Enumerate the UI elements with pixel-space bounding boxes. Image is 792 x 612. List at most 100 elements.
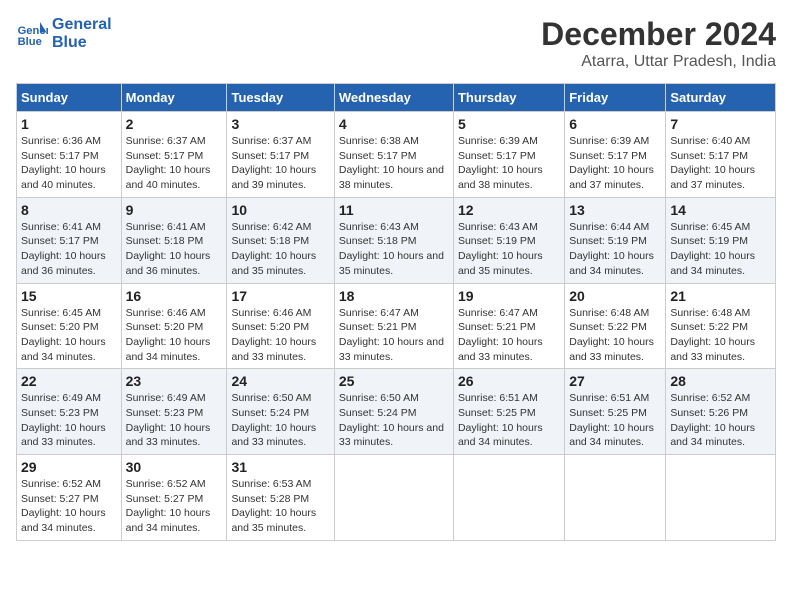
day-info: Sunrise: 6:46 AM Sunset: 5:20 PM Dayligh… [126,306,223,365]
day-info: Sunrise: 6:38 AM Sunset: 5:17 PM Dayligh… [339,134,449,193]
day-info: Sunrise: 6:45 AM Sunset: 5:19 PM Dayligh… [670,220,771,279]
calendar-table: SundayMondayTuesdayWednesdayThursdayFrid… [16,83,776,541]
calendar-day-cell: 2 Sunrise: 6:37 AM Sunset: 5:17 PM Dayli… [121,112,227,198]
day-info: Sunrise: 6:44 AM Sunset: 5:19 PM Dayligh… [569,220,661,279]
logo-text: General Blue [52,16,112,51]
day-info: Sunrise: 6:39 AM Sunset: 5:17 PM Dayligh… [569,134,661,193]
calendar-day-cell: 30 Sunrise: 6:52 AM Sunset: 5:27 PM Dayl… [121,455,227,541]
calendar-day-cell: 7 Sunrise: 6:40 AM Sunset: 5:17 PM Dayli… [666,112,776,198]
calendar-week-row: 8 Sunrise: 6:41 AM Sunset: 5:17 PM Dayli… [17,197,776,283]
day-number: 14 [670,202,771,218]
day-info: Sunrise: 6:41 AM Sunset: 5:17 PM Dayligh… [21,220,117,279]
month-title: December 2024 [541,16,776,53]
calendar-day-cell: 13 Sunrise: 6:44 AM Sunset: 5:19 PM Dayl… [565,197,666,283]
calendar-day-cell: 31 Sunrise: 6:53 AM Sunset: 5:28 PM Dayl… [227,455,334,541]
day-info: Sunrise: 6:36 AM Sunset: 5:17 PM Dayligh… [21,134,117,193]
day-number: 15 [21,288,117,304]
weekday-header: Wednesday [334,84,453,112]
day-info: Sunrise: 6:51 AM Sunset: 5:25 PM Dayligh… [458,391,560,450]
day-number: 5 [458,116,560,132]
weekday-header: Tuesday [227,84,334,112]
calendar-day-cell: 6 Sunrise: 6:39 AM Sunset: 5:17 PM Dayli… [565,112,666,198]
calendar-day-cell: 29 Sunrise: 6:52 AM Sunset: 5:27 PM Dayl… [17,455,122,541]
day-info: Sunrise: 6:41 AM Sunset: 5:18 PM Dayligh… [126,220,223,279]
calendar-day-cell: 11 Sunrise: 6:43 AM Sunset: 5:18 PM Dayl… [334,197,453,283]
calendar-day-cell: 8 Sunrise: 6:41 AM Sunset: 5:17 PM Dayli… [17,197,122,283]
day-info: Sunrise: 6:53 AM Sunset: 5:28 PM Dayligh… [231,477,329,536]
calendar-day-cell: 1 Sunrise: 6:36 AM Sunset: 5:17 PM Dayli… [17,112,122,198]
day-number: 29 [21,459,117,475]
day-number: 4 [339,116,449,132]
day-number: 6 [569,116,661,132]
day-number: 22 [21,373,117,389]
day-info: Sunrise: 6:43 AM Sunset: 5:18 PM Dayligh… [339,220,449,279]
day-number: 17 [231,288,329,304]
day-info: Sunrise: 6:50 AM Sunset: 5:24 PM Dayligh… [231,391,329,450]
day-number: 1 [21,116,117,132]
day-number: 28 [670,373,771,389]
calendar-day-cell: 26 Sunrise: 6:51 AM Sunset: 5:25 PM Dayl… [453,369,564,455]
day-number: 13 [569,202,661,218]
day-info: Sunrise: 6:37 AM Sunset: 5:17 PM Dayligh… [126,134,223,193]
calendar-day-cell: 20 Sunrise: 6:48 AM Sunset: 5:22 PM Dayl… [565,283,666,369]
calendar-week-row: 1 Sunrise: 6:36 AM Sunset: 5:17 PM Dayli… [17,112,776,198]
day-info: Sunrise: 6:52 AM Sunset: 5:26 PM Dayligh… [670,391,771,450]
calendar-week-row: 22 Sunrise: 6:49 AM Sunset: 5:23 PM Dayl… [17,369,776,455]
calendar-day-cell: 22 Sunrise: 6:49 AM Sunset: 5:23 PM Dayl… [17,369,122,455]
day-number: 27 [569,373,661,389]
day-number: 7 [670,116,771,132]
day-info: Sunrise: 6:50 AM Sunset: 5:24 PM Dayligh… [339,391,449,450]
calendar-day-cell [666,455,776,541]
calendar-day-cell: 24 Sunrise: 6:50 AM Sunset: 5:24 PM Dayl… [227,369,334,455]
calendar-day-cell: 10 Sunrise: 6:42 AM Sunset: 5:18 PM Dayl… [227,197,334,283]
calendar-day-cell: 17 Sunrise: 6:46 AM Sunset: 5:20 PM Dayl… [227,283,334,369]
calendar-day-cell: 5 Sunrise: 6:39 AM Sunset: 5:17 PM Dayli… [453,112,564,198]
day-info: Sunrise: 6:49 AM Sunset: 5:23 PM Dayligh… [126,391,223,450]
day-number: 8 [21,202,117,218]
day-number: 9 [126,202,223,218]
day-info: Sunrise: 6:40 AM Sunset: 5:17 PM Dayligh… [670,134,771,193]
svg-text:Blue: Blue [18,36,42,48]
day-number: 24 [231,373,329,389]
day-number: 30 [126,459,223,475]
calendar-day-cell: 15 Sunrise: 6:45 AM Sunset: 5:20 PM Dayl… [17,283,122,369]
day-info: Sunrise: 6:37 AM Sunset: 5:17 PM Dayligh… [231,134,329,193]
calendar-week-row: 15 Sunrise: 6:45 AM Sunset: 5:20 PM Dayl… [17,283,776,369]
calendar-week-row: 29 Sunrise: 6:52 AM Sunset: 5:27 PM Dayl… [17,455,776,541]
day-info: Sunrise: 6:39 AM Sunset: 5:17 PM Dayligh… [458,134,560,193]
day-number: 2 [126,116,223,132]
weekday-header: Monday [121,84,227,112]
day-info: Sunrise: 6:51 AM Sunset: 5:25 PM Dayligh… [569,391,661,450]
location-title: Atarra, Uttar Pradesh, India [541,53,776,71]
day-number: 3 [231,116,329,132]
day-number: 21 [670,288,771,304]
day-number: 23 [126,373,223,389]
calendar-day-cell: 3 Sunrise: 6:37 AM Sunset: 5:17 PM Dayli… [227,112,334,198]
calendar-day-cell: 16 Sunrise: 6:46 AM Sunset: 5:20 PM Dayl… [121,283,227,369]
calendar-day-cell: 9 Sunrise: 6:41 AM Sunset: 5:18 PM Dayli… [121,197,227,283]
day-info: Sunrise: 6:47 AM Sunset: 5:21 PM Dayligh… [339,306,449,365]
weekday-header: Saturday [666,84,776,112]
calendar-day-cell: 18 Sunrise: 6:47 AM Sunset: 5:21 PM Dayl… [334,283,453,369]
day-info: Sunrise: 6:52 AM Sunset: 5:27 PM Dayligh… [21,477,117,536]
weekday-header: Sunday [17,84,122,112]
day-number: 26 [458,373,560,389]
day-number: 16 [126,288,223,304]
calendar-day-cell [453,455,564,541]
calendar-day-cell: 21 Sunrise: 6:48 AM Sunset: 5:22 PM Dayl… [666,283,776,369]
day-info: Sunrise: 6:43 AM Sunset: 5:19 PM Dayligh… [458,220,560,279]
calendar-day-cell: 4 Sunrise: 6:38 AM Sunset: 5:17 PM Dayli… [334,112,453,198]
calendar-day-cell: 27 Sunrise: 6:51 AM Sunset: 5:25 PM Dayl… [565,369,666,455]
weekday-header: Thursday [453,84,564,112]
logo: General Blue General Blue [16,16,112,51]
day-number: 18 [339,288,449,304]
day-number: 12 [458,202,560,218]
page-header: General Blue General Blue December 2024 … [16,16,776,71]
calendar-day-cell: 12 Sunrise: 6:43 AM Sunset: 5:19 PM Dayl… [453,197,564,283]
calendar-day-cell [565,455,666,541]
day-info: Sunrise: 6:48 AM Sunset: 5:22 PM Dayligh… [670,306,771,365]
day-info: Sunrise: 6:49 AM Sunset: 5:23 PM Dayligh… [21,391,117,450]
day-number: 20 [569,288,661,304]
day-number: 31 [231,459,329,475]
logo-icon: General Blue [16,18,48,50]
